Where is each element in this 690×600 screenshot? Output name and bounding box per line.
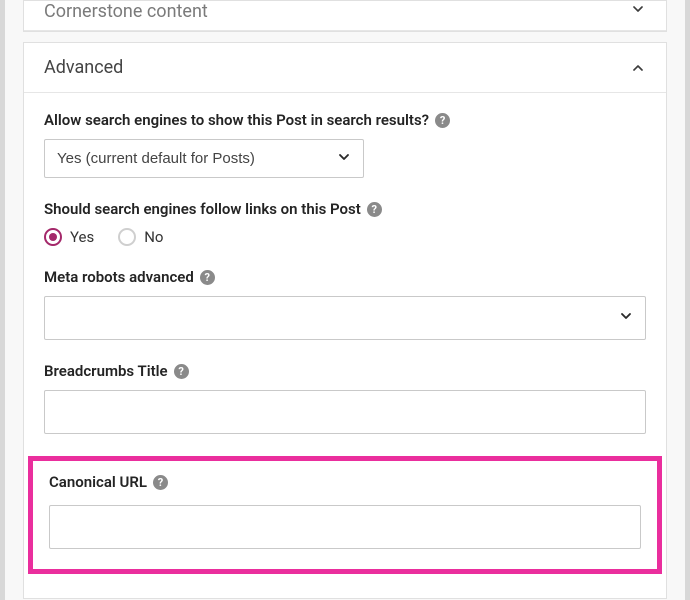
help-icon[interactable]: ?: [153, 475, 168, 490]
cornerstone-title: Cornerstone content: [44, 1, 208, 22]
breadcrumbs-input[interactable]: [44, 390, 646, 434]
radio-unchecked-icon: [118, 228, 136, 246]
help-icon[interactable]: ?: [367, 202, 382, 217]
allow-search-select[interactable]: Yes (current default for Posts): [44, 139, 364, 178]
chevron-down-icon: [630, 1, 646, 17]
follow-links-no-radio[interactable]: No: [118, 228, 163, 246]
allow-search-field: Allow search engines to show this Post i…: [44, 111, 646, 178]
breadcrumbs-field: Breadcrumbs Title ?: [44, 362, 646, 434]
follow-links-yes-label: Yes: [70, 228, 94, 246]
advanced-section-toggle[interactable]: Advanced: [24, 43, 666, 93]
breadcrumbs-label: Breadcrumbs Title: [44, 362, 168, 380]
follow-links-yes-radio[interactable]: Yes: [44, 228, 94, 246]
help-icon[interactable]: ?: [200, 270, 215, 285]
canonical-input[interactable]: [49, 505, 641, 549]
cornerstone-section-toggle[interactable]: Cornerstone content: [24, 1, 666, 31]
canonical-label: Canonical URL: [49, 473, 147, 491]
follow-links-label: Should search engines follow links on th…: [44, 200, 361, 218]
radio-checked-icon: [44, 228, 62, 246]
meta-robots-label: Meta robots advanced: [44, 268, 194, 286]
follow-links-field: Should search engines follow links on th…: [44, 200, 646, 246]
advanced-title: Advanced: [44, 57, 123, 78]
canonical-highlight: Canonical URL ?: [28, 456, 662, 574]
allow-search-label: Allow search engines to show this Post i…: [44, 111, 429, 129]
follow-links-no-label: No: [144, 228, 163, 246]
chevron-up-icon: [630, 60, 646, 76]
help-icon[interactable]: ?: [174, 364, 189, 379]
help-icon[interactable]: ?: [435, 113, 450, 128]
meta-robots-field: Meta robots advanced ?: [44, 268, 646, 340]
meta-robots-select[interactable]: [44, 296, 646, 340]
